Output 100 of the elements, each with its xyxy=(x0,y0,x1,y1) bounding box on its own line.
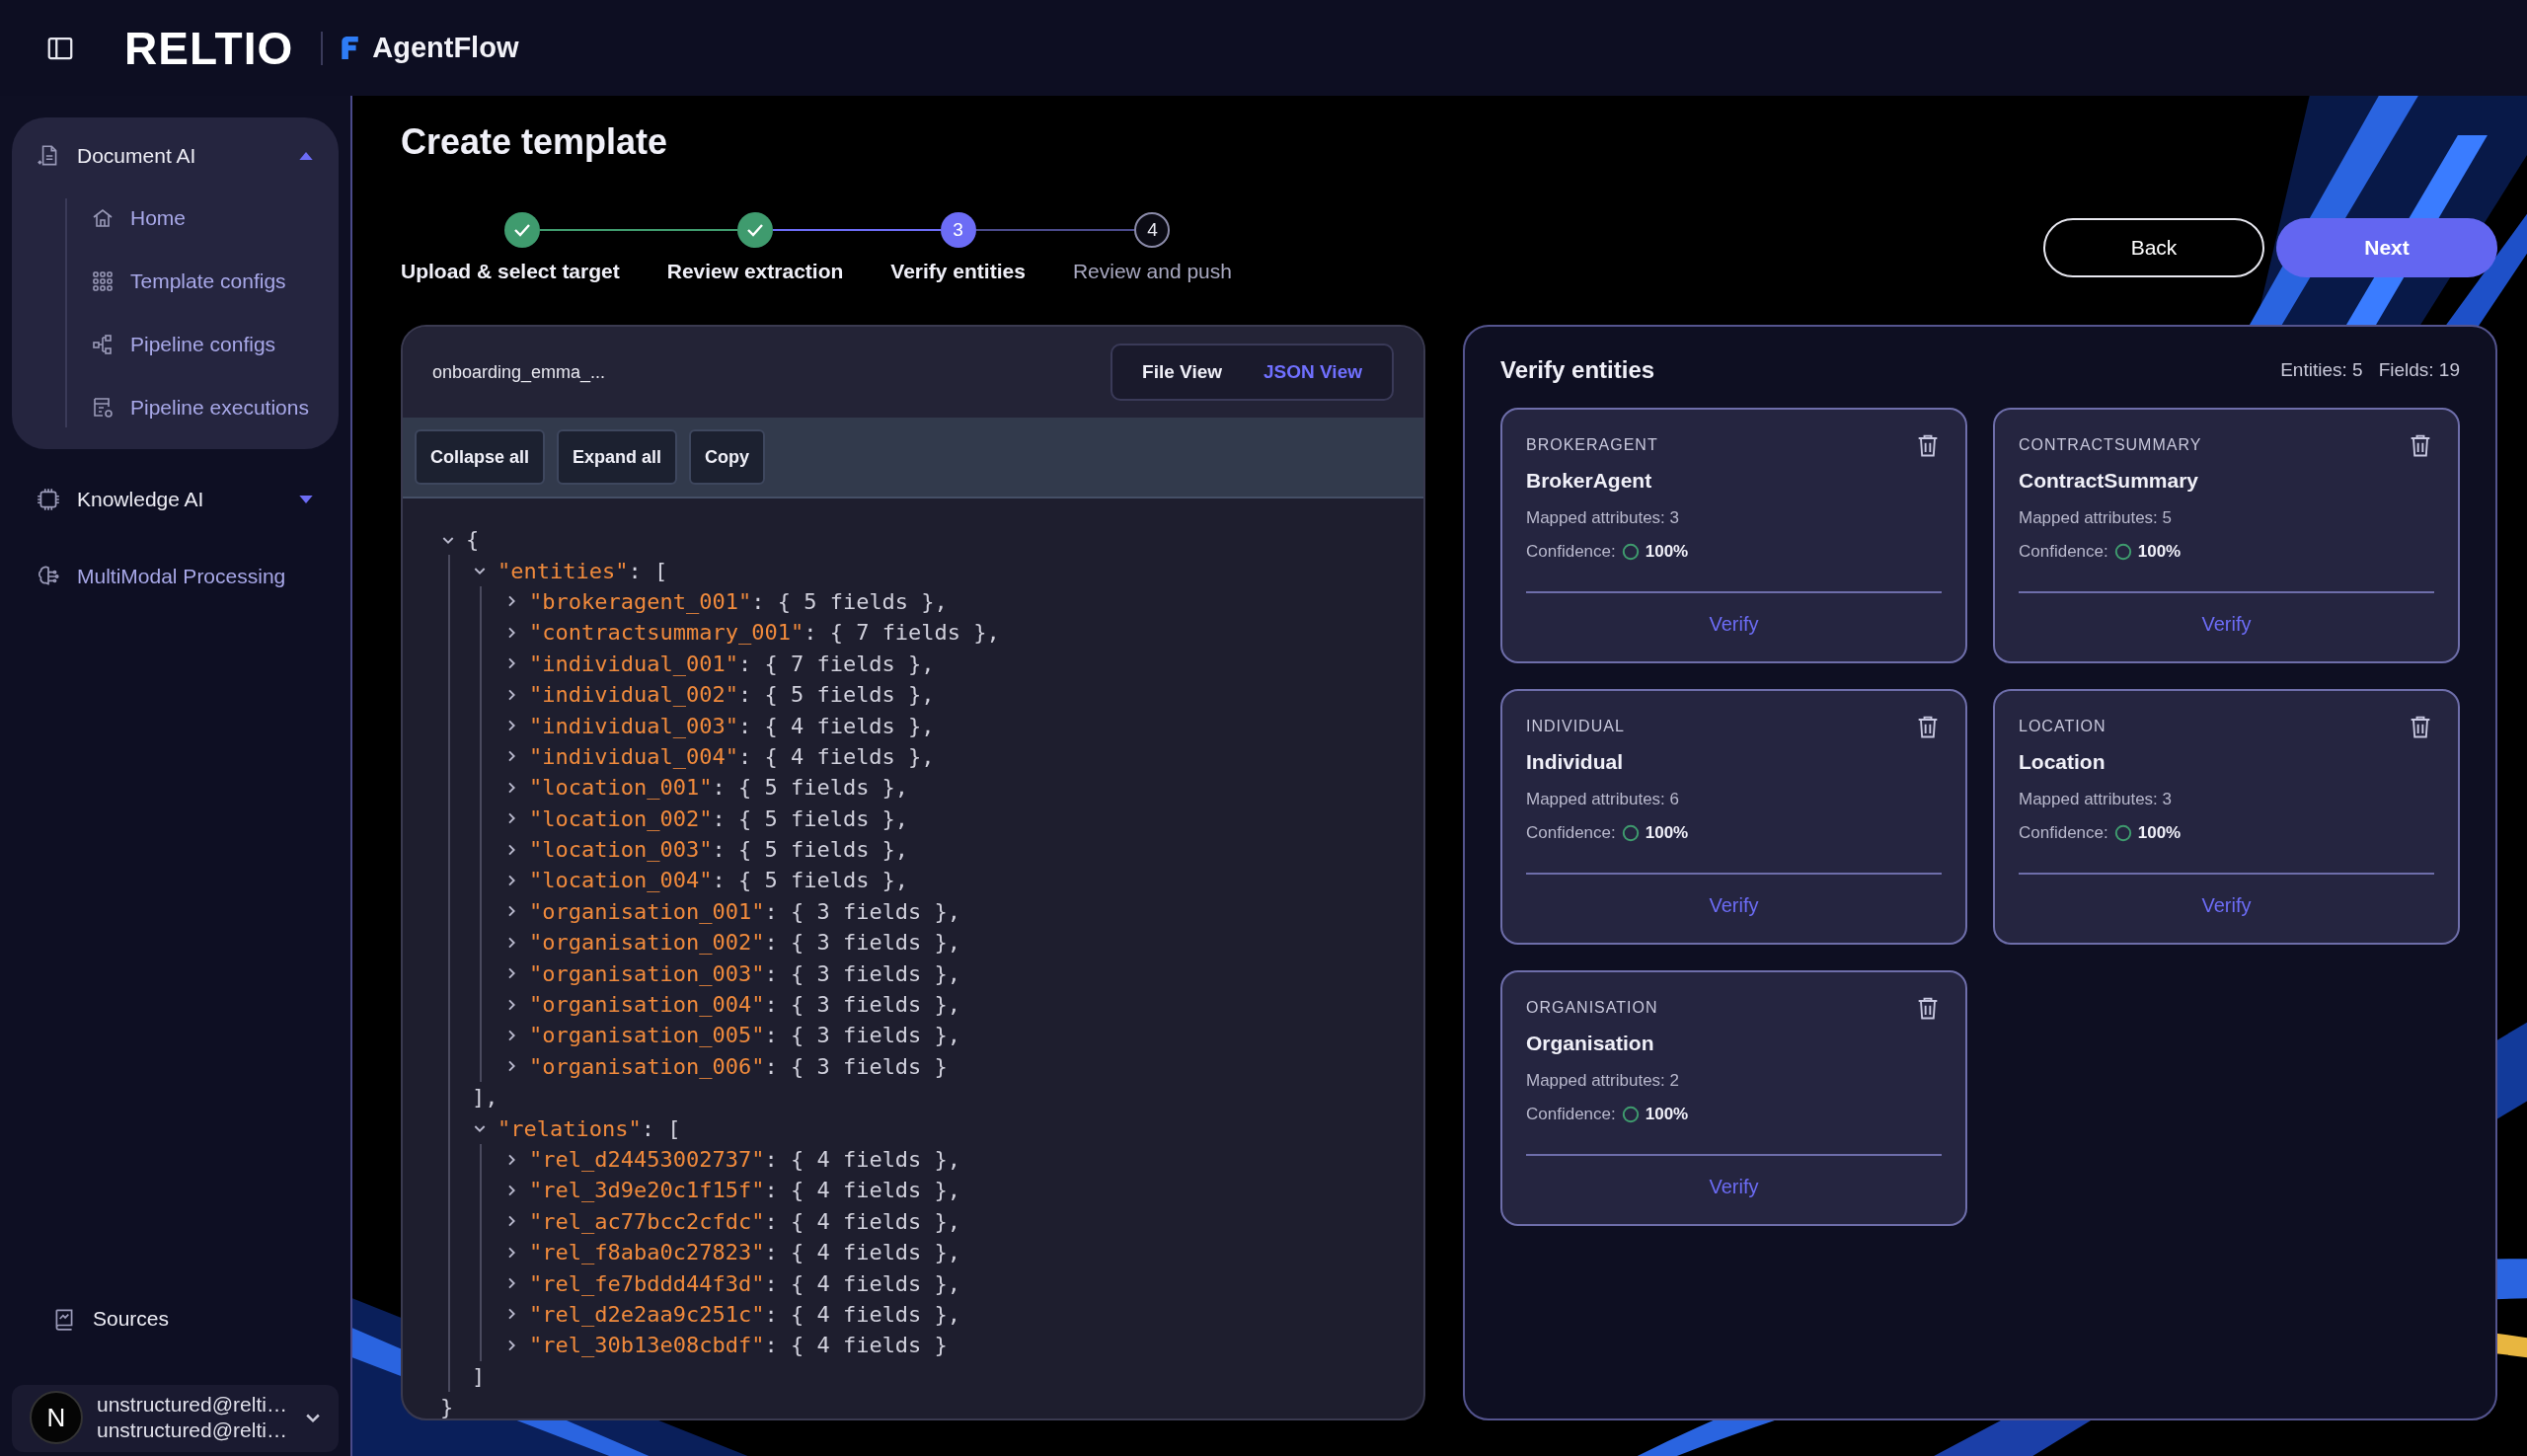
json-line: "contractsummary_001": { 7 fields }, xyxy=(529,620,1000,646)
confidence-value: 100% xyxy=(2137,542,2182,562)
verify-link[interactable]: Verify xyxy=(1699,875,1769,943)
json-line: "brokeragent_001": { 5 fields }, xyxy=(529,588,948,614)
json-line: "organisation_006": { 3 fields } xyxy=(529,1053,948,1079)
file-name: onboarding_emma_... xyxy=(432,361,606,383)
page-title: Create template xyxy=(401,121,669,163)
nav-section[interactable]: Knowledge AI xyxy=(12,473,339,526)
grid-icon xyxy=(91,269,115,293)
panel-title: Verify entities xyxy=(1500,356,1655,384)
confidence-label: Confidence: xyxy=(1526,823,1616,843)
confidence-label: Confidence: xyxy=(1526,542,1616,562)
user-email: unstructured@relti… xyxy=(97,1418,288,1442)
json-line: "location_003": { 5 fields }, xyxy=(529,837,909,863)
json-line: "entities": [ xyxy=(498,558,668,583)
confidence-label: Confidence: xyxy=(1526,1105,1616,1124)
json-line: "organisation_002": { 3 fields }, xyxy=(529,930,961,956)
avatar: N xyxy=(30,1391,83,1444)
confidence-value: 100% xyxy=(1645,1105,1689,1124)
entities-count: Entities: 5 xyxy=(2280,359,2363,381)
verify-link[interactable]: Verify xyxy=(1699,593,1769,661)
logo-wordmark: RELTIO xyxy=(124,21,294,75)
json-line: "organisation_003": { 3 fields }, xyxy=(529,960,961,986)
confidence-label: Confidence: xyxy=(2019,823,2108,843)
json-line: "organisation_005": { 3 fields }, xyxy=(529,1023,961,1048)
entity-type: LOCATION xyxy=(2019,718,2106,735)
json-line: } xyxy=(440,1395,454,1418)
nav-item[interactable]: Pipeline configs xyxy=(67,325,339,364)
json-line: "organisation_004": { 3 fields }, xyxy=(529,992,961,1018)
user-card[interactable]: N unstructured@relti… unstructured@relti… xyxy=(12,1385,339,1452)
verify-link[interactable]: Verify xyxy=(2191,593,2261,661)
view-tab[interactable]: File View xyxy=(1126,351,1238,393)
toolbar-button[interactable]: Expand all xyxy=(557,429,678,485)
confidence-label: Confidence: xyxy=(2019,542,2108,562)
verify-link[interactable]: Verify xyxy=(2191,875,2261,943)
nav-item[interactable]: Template configs xyxy=(67,262,339,301)
json-line: { xyxy=(466,527,480,553)
mapped-attributes: Mapped attributes: 3 xyxy=(2019,790,2173,809)
json-line: "rel_d2e2aa9c251c": { 4 fields }, xyxy=(529,1301,961,1327)
entity-name: Organisation xyxy=(1526,1032,1655,1055)
confidence-value: 100% xyxy=(2137,823,2182,843)
status-ring-icon xyxy=(1621,824,1640,842)
verify-link[interactable]: Verify xyxy=(1699,1156,1769,1224)
chip-icon xyxy=(36,487,61,512)
entity-type: ORGANISATION xyxy=(1526,999,1658,1017)
json-line: "organisation_001": { 3 fields }, xyxy=(529,898,961,924)
status-ring-icon xyxy=(2113,824,2132,842)
step-label: Review extraction xyxy=(665,260,845,283)
nav-item[interactable]: Sources xyxy=(12,1296,339,1341)
confidence-value: 100% xyxy=(1645,823,1689,843)
status-ring-icon xyxy=(1621,1106,1640,1123)
mapped-attributes: Mapped attributes: 2 xyxy=(1526,1071,1680,1091)
json-line: "location_002": { 5 fields }, xyxy=(529,805,909,831)
user-name: unstructured@relti… xyxy=(97,1393,288,1417)
json-line: "rel_3d9e20c1f15f": { 4 fields }, xyxy=(529,1178,961,1203)
entity-type: INDIVIDUAL xyxy=(1526,718,1625,735)
json-line: "relations": [ xyxy=(498,1115,681,1141)
nav-item[interactable]: Home xyxy=(67,198,339,238)
home-icon xyxy=(91,206,115,230)
next-button[interactable]: Next xyxy=(2276,218,2497,277)
json-line: "location_004": { 5 fields }, xyxy=(529,868,909,893)
json-line: "rel_f8aba0c27823": { 4 fields }, xyxy=(529,1240,961,1265)
mapped-attributes: Mapped attributes: 6 xyxy=(1526,790,1680,809)
entity-name: ContractSummary xyxy=(2019,469,2200,493)
status-ring-icon xyxy=(1621,543,1640,561)
step-label: Upload & select target xyxy=(401,260,621,283)
json-line: "rel_ac77bcc2cfdc": { 4 fields }, xyxy=(529,1208,961,1234)
status-ring-icon xyxy=(2113,543,2132,561)
mapped-attributes: Mapped attributes: 3 xyxy=(1526,508,1680,528)
json-line: "individual_002": { 5 fields }, xyxy=(529,682,935,708)
json-line: "location_001": { 5 fields }, xyxy=(529,775,909,801)
toolbar-button[interactable]: Collapse all xyxy=(415,429,546,485)
entity-type: CONTRACTSUMMARY xyxy=(2019,436,2202,454)
step-label: Verify entities xyxy=(889,260,1027,283)
fields-count: Fields: 19 xyxy=(2378,359,2460,381)
nav-item[interactable]: Pipeline executions xyxy=(67,388,339,427)
back-button[interactable]: Back xyxy=(2043,218,2264,277)
nav-section[interactable]: Document AI xyxy=(12,135,339,177)
json-line: ], xyxy=(472,1085,498,1111)
entity-type: BROKERAGENT xyxy=(1526,436,1658,454)
entity-name: Individual xyxy=(1526,750,1624,774)
mapped-attributes: Mapped attributes: 5 xyxy=(2019,508,2173,528)
json-line: "rel_fe7bddd44f3d": { 4 fields }, xyxy=(529,1270,961,1296)
nav-item[interactable]: MultiModal Processing xyxy=(12,550,339,603)
product-name: AgentFlow xyxy=(372,32,519,64)
entity-name: Location xyxy=(2019,750,2106,774)
confidence-value: 100% xyxy=(1645,542,1689,562)
json-line: ] xyxy=(472,1363,486,1389)
flowchart-icon xyxy=(91,333,115,356)
json-line: "rel_30b13e08cbdf": { 4 fields } xyxy=(529,1333,948,1358)
json-line: "individual_003": { 4 fields }, xyxy=(529,713,935,738)
toolbar-button[interactable]: Copy xyxy=(689,429,766,485)
view-tab[interactable]: JSON View xyxy=(1248,351,1378,393)
json-line: "individual_004": { 4 fields }, xyxy=(529,743,935,769)
list-gear-icon xyxy=(91,396,115,420)
flow-logo-icon xyxy=(339,34,361,62)
entity-name: BrokerAgent xyxy=(1526,469,1653,493)
json-line: "rel_d24453002737": { 4 fields }, xyxy=(529,1147,961,1172)
step-label: Review and push xyxy=(1071,260,1233,283)
json-line: "individual_001": { 7 fields }, xyxy=(529,651,935,676)
